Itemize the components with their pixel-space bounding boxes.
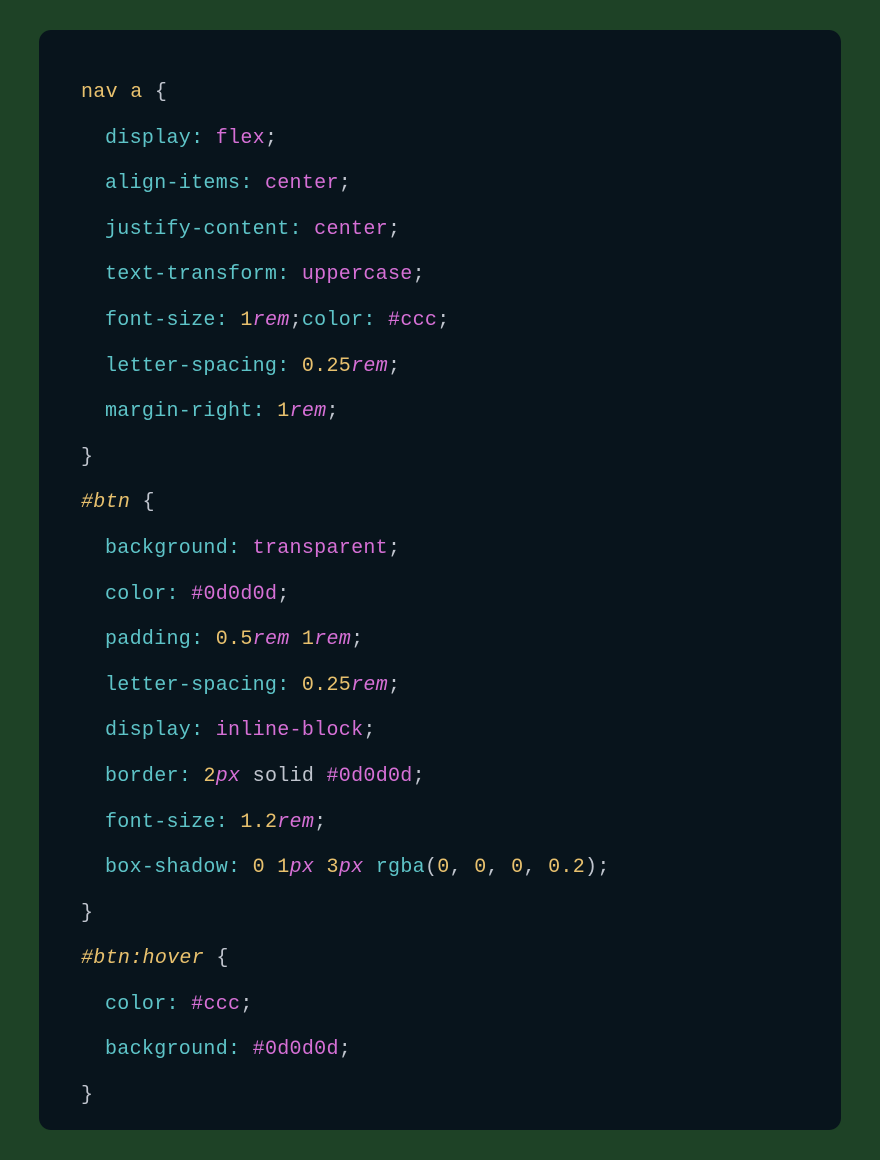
code-line: display: flex;	[81, 116, 799, 162]
code-line: background: #0d0d0d;	[81, 1027, 799, 1073]
code-line: letter-spacing: 0.25rem;	[81, 663, 799, 709]
code-line: letter-spacing: 0.25rem;	[81, 344, 799, 390]
code-block: nav a { display: flex; align-items: cent…	[39, 30, 841, 1130]
code-line: }	[81, 891, 799, 937]
code-line: align-items: center;	[81, 161, 799, 207]
code-line: justify-content: center;	[81, 207, 799, 253]
code-line: font-size: 1.2rem;	[81, 800, 799, 846]
code-line: #btn:hover {	[81, 936, 799, 982]
code-line: text-transform: uppercase;	[81, 252, 799, 298]
code-line: }	[81, 1073, 799, 1119]
code-line: color: #0d0d0d;	[81, 572, 799, 618]
code-line: #btn {	[81, 480, 799, 526]
code-line: margin-right: 1rem;	[81, 389, 799, 435]
code-line: padding: 0.5rem 1rem;	[81, 617, 799, 663]
code-line: background: transparent;	[81, 526, 799, 572]
code-line: nav a {	[81, 70, 799, 116]
code-line: box-shadow: 0 1px 3px rgba(0, 0, 0, 0.2)…	[81, 845, 799, 891]
code-line: color: #ccc;	[81, 982, 799, 1028]
code-line: font-size: 1rem;color: #ccc;	[81, 298, 799, 344]
code-line: border: 2px solid #0d0d0d;	[81, 754, 799, 800]
code-line: display: inline-block;	[81, 708, 799, 754]
code-line: }	[81, 435, 799, 481]
